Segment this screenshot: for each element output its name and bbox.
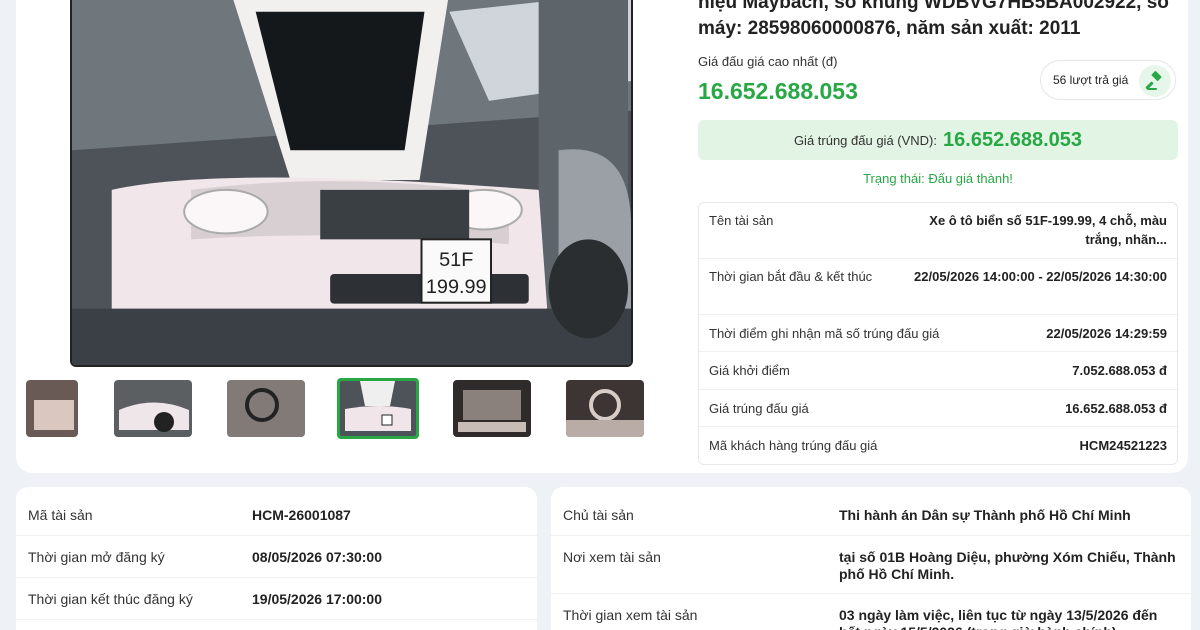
info-value: HCM24521223 bbox=[1079, 438, 1167, 453]
divider bbox=[551, 535, 1191, 536]
high-bid-label: Giá đấu giá cao nhất (đ) bbox=[698, 54, 838, 69]
info-key: Thời gian bắt đầu & kết thúc bbox=[709, 269, 873, 284]
info-value: 22/05/2026 14:00:00 - 22/05/2026 14:30:0… bbox=[914, 269, 1167, 284]
detail-key: Mã tài sản bbox=[28, 507, 93, 523]
detail-value: 08/05/2026 07:30:00 bbox=[252, 549, 382, 565]
winning-price-label: Giá trúng đấu giá (VND): bbox=[793, 132, 938, 148]
detail-key: Thời gian xem tài sản bbox=[563, 607, 698, 623]
info-row: Mã khách hàng trúng đấu giá HCM24521223 bbox=[699, 427, 1177, 464]
divider bbox=[16, 619, 537, 620]
auction-info-table: Tên tài sản Xe ô tô biển số 51F-199.99, … bbox=[698, 202, 1178, 465]
main-car-photo[interactable]: 51F 199.99 bbox=[70, 0, 633, 367]
detail-value: tại số 01B Hoàng Diệu, phường Xóm Chiếu,… bbox=[839, 549, 1176, 582]
thumbnail-2[interactable] bbox=[114, 380, 192, 437]
bid-count-text: 56 lượt trả giá bbox=[1053, 73, 1129, 87]
detail-key: Thời gian mở đăng ký bbox=[28, 549, 165, 565]
info-key: Tên tài sản bbox=[709, 213, 774, 228]
asset-details-card: Mã tài sản HCM-26001087 Thời gian mở đăn… bbox=[16, 487, 537, 630]
bid-count-badge[interactable]: 56 lượt trả giá bbox=[1040, 60, 1176, 100]
plate-text-line2: 199.99 bbox=[426, 276, 487, 298]
detail-value: Thi hành án Dân sự Thành phố Hồ Chí Minh bbox=[839, 507, 1131, 523]
winning-price-value: 16.652.688.053 bbox=[943, 128, 1083, 151]
detail-value: 03 ngày làm việc, liên tục từ ngày 13/5/… bbox=[839, 607, 1158, 630]
thumbnail-6[interactable] bbox=[566, 380, 644, 437]
detail-key: Thời gian kết thúc đăng ký bbox=[28, 591, 193, 607]
thumbnail-4-active[interactable] bbox=[337, 378, 419, 439]
divider bbox=[16, 535, 537, 536]
info-value: 22/05/2026 14:29:59 bbox=[1046, 325, 1167, 341]
info-key: Mã khách hàng trúng đấu giá bbox=[709, 438, 878, 453]
detail-value: 19/05/2026 17:00:00 bbox=[252, 591, 382, 607]
high-bid-value: 16.652.688.053 bbox=[698, 78, 858, 104]
thumbnail-1[interactable] bbox=[26, 380, 78, 437]
asset-title: hiệu Maybach, số khung WDBVG7HB5BA002922… bbox=[698, 0, 1169, 39]
divider bbox=[551, 593, 1191, 594]
detail-key: Chủ tài sản bbox=[563, 507, 634, 523]
divider bbox=[16, 577, 537, 578]
info-row: Giá khởi điểm 7.052.688.053 đ bbox=[699, 352, 1177, 390]
info-row: Thời điểm ghi nhận mã số trúng đấu giá 2… bbox=[699, 315, 1177, 352]
owner-details-card: Chủ tài sản Thi hành án Dân sự Thành phố… bbox=[551, 487, 1191, 630]
plate-text-line1: 51F bbox=[439, 249, 473, 271]
info-key: Thời điểm ghi nhận mã số trúng đấu giá bbox=[709, 325, 940, 341]
winning-price-box: Giá trúng đấu giá (VND): 16.652.688.053 bbox=[698, 120, 1178, 160]
detail-key: Nơi xem tài sản bbox=[563, 549, 661, 565]
thumbnail-strip bbox=[26, 378, 646, 439]
thumbnail-5[interactable] bbox=[453, 380, 531, 437]
gavel-icon bbox=[1139, 65, 1171, 97]
info-row: Thời gian bắt đầu & kết thúc 22/05/2026 … bbox=[699, 259, 1177, 315]
info-key: Giá trúng đấu giá bbox=[709, 400, 809, 416]
auction-status: Trạng thái: Đấu giá thành! bbox=[863, 171, 1013, 186]
info-value: 7.052.688.053 đ bbox=[1072, 363, 1167, 378]
info-row: Tên tài sản Xe ô tô biển số 51F-199.99, … bbox=[699, 203, 1177, 259]
info-value: 16.652.688.053 đ bbox=[1065, 400, 1167, 416]
info-row: Giá trúng đấu giá 16.652.688.053 đ bbox=[699, 390, 1177, 427]
detail-value: HCM-26001087 bbox=[252, 507, 351, 523]
info-value: Xe ô tô biển số 51F-199.99, 4 chỗ, màu t… bbox=[929, 213, 1167, 247]
info-key: Giá khởi điểm bbox=[709, 363, 790, 378]
thumbnail-3[interactable] bbox=[227, 380, 305, 437]
